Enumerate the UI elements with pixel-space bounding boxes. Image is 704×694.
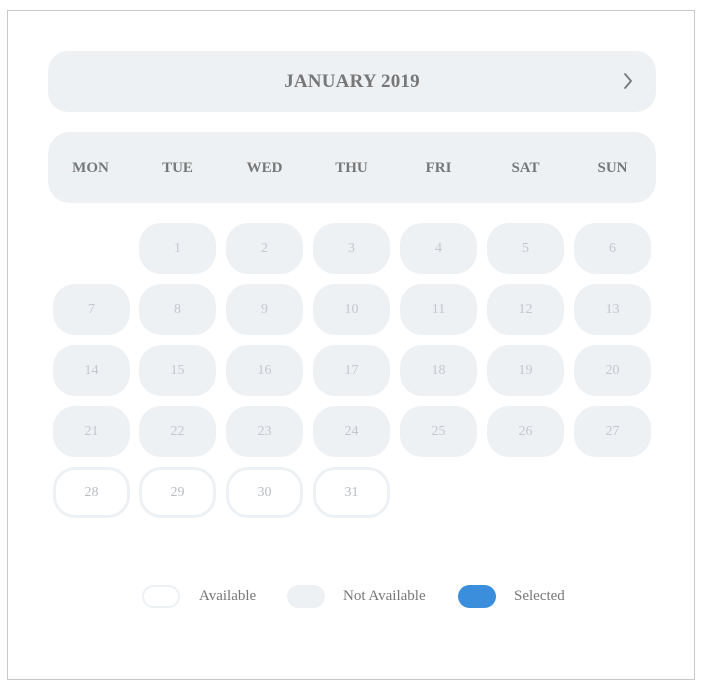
day-cell-27[interactable]: 27 xyxy=(574,406,651,457)
day-cell-19[interactable]: 19 xyxy=(487,345,564,396)
day-cell-16[interactable]: 16 xyxy=(226,345,303,396)
weekday-wed: WED xyxy=(246,160,283,176)
weekday-header: MON TUE WED THU FRI SAT SUN xyxy=(48,132,656,203)
weekday-tue: TUE xyxy=(162,160,193,176)
day-cell-15[interactable]: 15 xyxy=(139,345,216,396)
day-cell-29[interactable]: 29 xyxy=(139,467,216,518)
day-cell-2[interactable]: 2 xyxy=(226,223,303,274)
weekday-mon: MON xyxy=(72,160,109,176)
weekday-thu: THU xyxy=(335,160,368,176)
day-cell-5[interactable]: 5 xyxy=(487,223,564,274)
day-cell-21[interactable]: 21 xyxy=(53,406,130,457)
month-header: JANUARY 2019 xyxy=(48,51,656,112)
legend-selected-label: Selected xyxy=(514,588,565,604)
legend-not-available-label: Not Available xyxy=(343,588,426,604)
weekday-fri: FRI xyxy=(425,160,452,176)
day-cell-8[interactable]: 8 xyxy=(139,284,216,335)
day-cell-9[interactable]: 9 xyxy=(226,284,303,335)
day-cell-17[interactable]: 17 xyxy=(313,345,390,396)
weekday-sat: SAT xyxy=(511,160,540,176)
chevron-right-icon[interactable] xyxy=(616,69,640,93)
legend-available-label: Available xyxy=(199,588,257,604)
day-cell-28[interactable]: 28 xyxy=(53,467,130,518)
legend-available-swatch xyxy=(142,585,180,608)
day-cell-24[interactable]: 24 xyxy=(313,406,390,457)
day-cell-1[interactable]: 1 xyxy=(139,223,216,274)
day-cell-22[interactable]: 22 xyxy=(139,406,216,457)
weekday-sun: SUN xyxy=(597,160,628,176)
day-cell-4[interactable]: 4 xyxy=(400,223,477,274)
day-cell-30[interactable]: 30 xyxy=(226,467,303,518)
legend-selected-swatch xyxy=(458,585,496,608)
legend-not-available-swatch xyxy=(287,585,325,608)
day-cell-13[interactable]: 13 xyxy=(574,284,651,335)
day-cell-31[interactable]: 31 xyxy=(313,467,390,518)
day-cell-14[interactable]: 14 xyxy=(53,345,130,396)
day-cell-23[interactable]: 23 xyxy=(226,406,303,457)
month-title: JANUARY 2019 xyxy=(284,71,420,92)
day-cell-12[interactable]: 12 xyxy=(487,284,564,335)
day-cell-18[interactable]: 18 xyxy=(400,345,477,396)
day-cell-3[interactable]: 3 xyxy=(313,223,390,274)
day-cell-10[interactable]: 10 xyxy=(313,284,390,335)
day-cell-20[interactable]: 20 xyxy=(574,345,651,396)
day-cell-7[interactable]: 7 xyxy=(53,284,130,335)
day-cell-6[interactable]: 6 xyxy=(574,223,651,274)
day-cell-11[interactable]: 11 xyxy=(400,284,477,335)
day-cell-26[interactable]: 26 xyxy=(487,406,564,457)
day-cell-25[interactable]: 25 xyxy=(400,406,477,457)
